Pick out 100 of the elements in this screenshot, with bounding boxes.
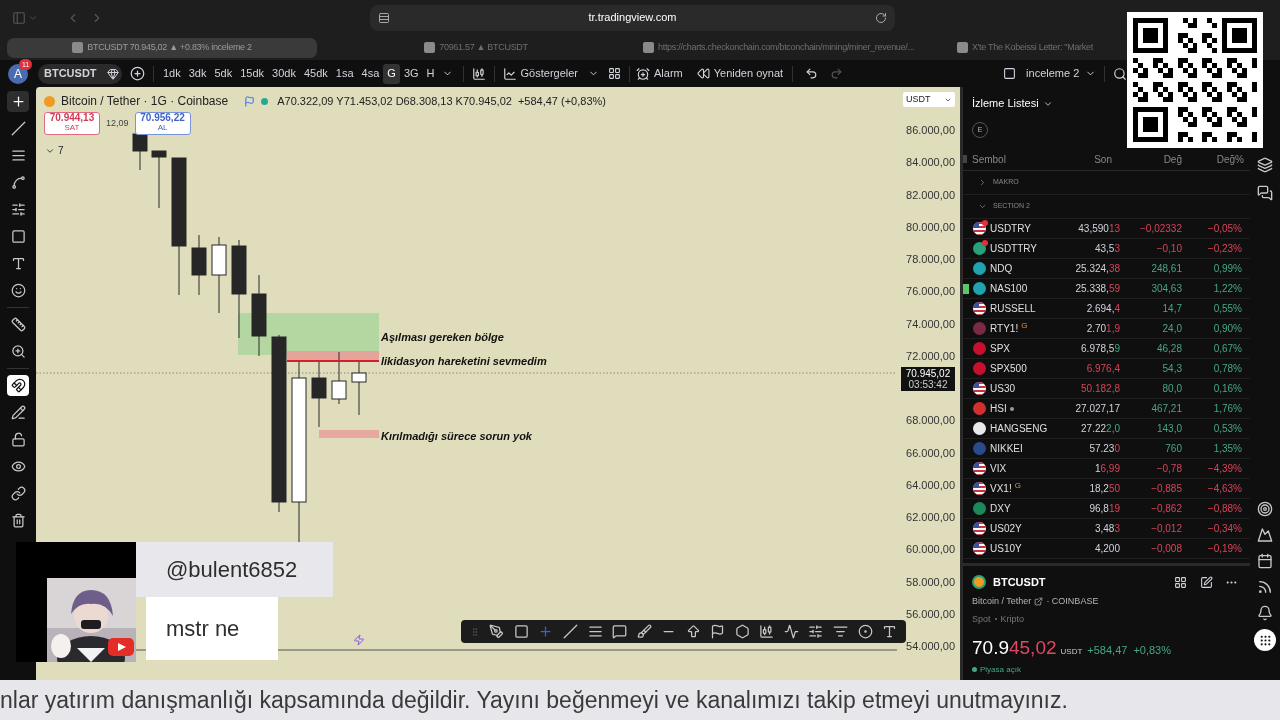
watchlist-title[interactable]: İzleme Listesi bbox=[972, 95, 1039, 112]
symbol-name: NAS100 bbox=[990, 282, 1028, 296]
interval-tab[interactable]: 4sa bbox=[357, 63, 384, 84]
change-value: 80,0 bbox=[1161, 382, 1182, 396]
change-value: −0,862 bbox=[1150, 502, 1182, 516]
price-label: 60.000,00 bbox=[906, 542, 955, 558]
interval-tab[interactable]: 30dk bbox=[268, 63, 300, 84]
symbol-name: US10Y bbox=[990, 542, 1022, 556]
symbol-name: HANGSENG bbox=[990, 422, 1048, 436]
watchlist-row[interactable]: US02Y 3,483 −0,012 −0,34% bbox=[963, 519, 1250, 539]
last-price: 27.027,17 bbox=[1074, 402, 1120, 416]
watchlist-row[interactable]: USDTTRY 43,53 −0,10 −0,23% bbox=[963, 239, 1250, 259]
change-percent: 0,53% bbox=[1212, 422, 1242, 436]
chart-title: Bitcoin / Tether · 1G · Coinbase bbox=[61, 93, 229, 110]
watchlist-row[interactable]: NDQ 25.324,38 248,61 0,99% bbox=[963, 259, 1250, 279]
change-value: −0,02332 bbox=[1139, 222, 1182, 236]
change-value: 14,7 bbox=[1161, 302, 1182, 316]
change-value: +584,47 (+0,83%) bbox=[517, 93, 606, 109]
watchlist-row[interactable]: NAS100 25.338,59 304,63 1,22% bbox=[963, 279, 1250, 299]
market-status: Piyasa açık bbox=[980, 663, 1021, 676]
current-price-badge: 70.945,02 03:53:42 bbox=[901, 367, 955, 391]
interval-tab[interactable]: 1dk bbox=[159, 63, 185, 84]
price-label: 74.000,00 bbox=[906, 316, 955, 332]
interval-tab[interactable]: 5dk bbox=[210, 63, 237, 84]
symbol-name: SPX500 bbox=[990, 362, 1027, 376]
indicators-toggle[interactable]: 7 bbox=[45, 143, 606, 158]
chart-annotation: Kırılmadığı sürece sorun yok bbox=[381, 429, 532, 444]
interval-tab[interactable]: G bbox=[383, 63, 400, 84]
change-percent: −0,34% bbox=[1206, 522, 1242, 536]
last-price: 96,819 bbox=[1088, 502, 1120, 516]
change-percent: 0,67% bbox=[1212, 342, 1242, 356]
change-value: 304,63 bbox=[1150, 282, 1182, 296]
detail-change: +584,47 bbox=[1087, 643, 1128, 658]
column-header[interactable]: Sembol bbox=[972, 151, 1080, 167]
last-price: 2.694,4 bbox=[1085, 302, 1120, 316]
symbol-name: SPX bbox=[990, 342, 1010, 356]
price-label: 68.000,00 bbox=[906, 413, 955, 429]
interval-tab[interactable]: 3dk bbox=[184, 63, 211, 84]
watchlist-row[interactable]: VX1! G 18,250 −0,885 −4,63% bbox=[963, 479, 1250, 499]
last-price: 50.182,8 bbox=[1080, 382, 1120, 396]
change-percent: −0,23% bbox=[1206, 242, 1242, 256]
watchlist-row[interactable]: USDTRY 43,59013 −0,02332 −0,05% bbox=[963, 219, 1250, 239]
watchlist-row[interactable]: HANGSENG 27.222,0 143,0 0,53% bbox=[963, 419, 1250, 439]
chat-username: @bulent6852 bbox=[136, 542, 333, 597]
column-header[interactable]: Değ bbox=[1112, 151, 1182, 167]
last-price: 16,99 bbox=[1093, 462, 1120, 476]
watchlist-row[interactable]: VIX 16,99 −0,78 −4,39% bbox=[963, 459, 1250, 479]
change-value: −0,008 bbox=[1150, 542, 1182, 556]
interval-tab[interactable]: 3G bbox=[399, 63, 423, 84]
watchlist-row[interactable]: HSI 27.027,17 467,21 1,76% bbox=[963, 399, 1250, 419]
chart-annotation: Aşılması gereken bölge bbox=[381, 330, 504, 345]
interval-tab[interactable]: 15dk bbox=[236, 63, 269, 84]
last-price: 6.976,4 bbox=[1085, 362, 1120, 376]
change-value: 143,0 bbox=[1155, 422, 1182, 436]
interval-tab[interactable]: 1sa bbox=[331, 63, 358, 84]
watchlist-row[interactable]: RUSSELL 2.694,4 14,7 0,55% bbox=[963, 299, 1250, 319]
change-percent: 0,78% bbox=[1212, 362, 1242, 376]
interval-tab[interactable]: 45dk bbox=[299, 63, 332, 84]
symbol-search[interactable]: BTCUSDT bbox=[38, 63, 122, 84]
change-value: −0,885 bbox=[1150, 482, 1182, 496]
watchlist-row[interactable]: SPX 6.978,59 46,28 0,67% bbox=[963, 339, 1250, 359]
indicators-button[interactable]: Göstergeler bbox=[502, 65, 578, 82]
tab-title: 70961.57 ▲ BTCUSDT bbox=[439, 40, 528, 54]
tab-title: https://charts.checkonchain.com/btconchain/mining/miner_revenue/... bbox=[658, 40, 915, 54]
watchlist-row[interactable]: DXY 96,819 −0,862 −0,88% bbox=[963, 499, 1250, 519]
currency-label: USDT bbox=[1060, 646, 1083, 658]
detail-price: 70.945,02 bbox=[972, 636, 1057, 660]
interval-tab[interactable]: H bbox=[422, 63, 439, 84]
watchlist-row[interactable]: SPX500 6.976,4 54,3 0,78% bbox=[963, 359, 1250, 379]
watchlist-row[interactable]: NIKKEI 57.230 760 1,35% bbox=[963, 439, 1250, 459]
price-label: 64.000,00 bbox=[906, 477, 955, 493]
last-price: 43,53 bbox=[1093, 242, 1120, 256]
price-label: 78.000,00 bbox=[906, 252, 955, 267]
layout-button[interactable]: inceleme 2 bbox=[1026, 65, 1097, 82]
change-percent: 1,76% bbox=[1212, 402, 1242, 416]
browser-tab[interactable]: BTCUSDT 70.945,02 ▲ +0.83% inceleme 2 bbox=[7, 37, 317, 58]
spread-value: 12,09 bbox=[106, 116, 129, 130]
currency-select[interactable]: USDT bbox=[903, 92, 955, 107]
sell-button[interactable]: 70.944,13 SAT bbox=[44, 112, 100, 135]
change-percent: 1,22% bbox=[1212, 282, 1242, 296]
watchlist-row[interactable]: US30 50.182,8 80,0 0,16% bbox=[963, 379, 1250, 399]
watchlist-row[interactable]: RTY1! G 2.701,9 24,0 0,90% bbox=[963, 319, 1250, 339]
symbol-name: USDTTRY bbox=[990, 242, 1038, 256]
last-price: 3,483 bbox=[1093, 522, 1120, 536]
column-header[interactable]: Son bbox=[1080, 151, 1112, 167]
last-price: 25.338,59 bbox=[1074, 282, 1120, 296]
price-label: 80.000,00 bbox=[906, 219, 955, 235]
watchlist-row[interactable]: US10Y 4,200 −0,008 −0,19% bbox=[963, 539, 1250, 559]
address-bar[interactable]: tr.tradingview.com bbox=[370, 4, 895, 31]
alert-button[interactable]: Alarm bbox=[636, 65, 683, 82]
price-label: 56.000,00 bbox=[906, 606, 955, 622]
column-header[interactable]: Değ% bbox=[1182, 151, 1244, 167]
news-ticker: nlar yatırım danışmanlığı kapsamında değildir. Yayını beğenmeyi ve kanalımızı takip etmeyi unutmayınız. bbox=[0, 680, 1280, 720]
replay-button[interactable]: Yeniden oynat bbox=[696, 65, 784, 82]
change-percent: 0,90% bbox=[1212, 322, 1242, 336]
symbol-name: VX1! bbox=[990, 482, 1012, 496]
change-percent: −4,63% bbox=[1206, 482, 1242, 496]
symbol-name: HSI bbox=[990, 402, 1007, 416]
chat-message: mstr ne bbox=[146, 597, 278, 660]
buy-button[interactable]: 70.956,22 AL bbox=[134, 112, 191, 135]
